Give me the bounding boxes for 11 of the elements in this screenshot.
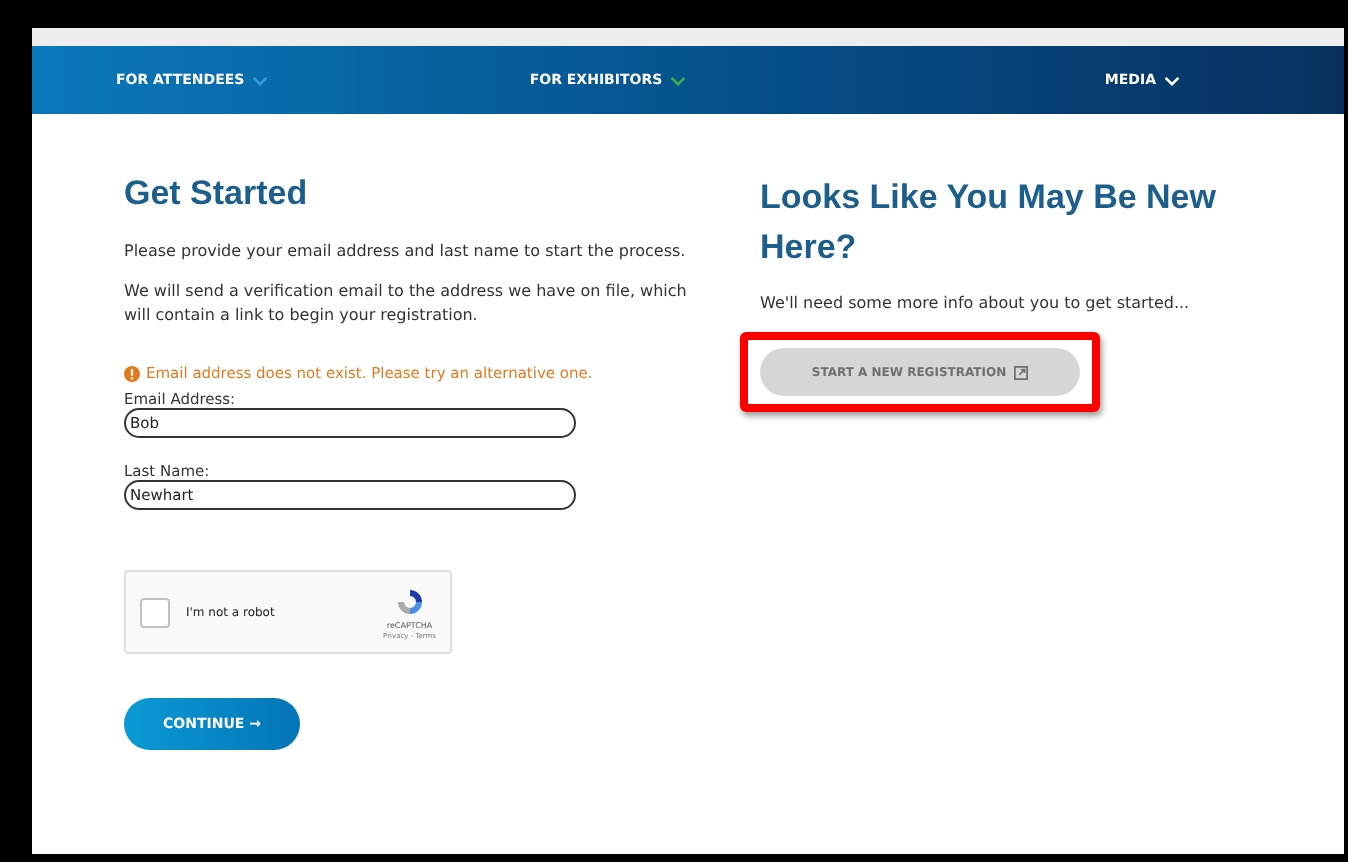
chevron-icon	[252, 75, 269, 85]
chevron-icon	[670, 75, 687, 85]
checkbox[interactable]	[140, 597, 170, 627]
warning-icon	[124, 365, 140, 381]
external-link-icon	[1014, 365, 1029, 379]
page-heading: Get Started	[124, 172, 310, 216]
info-text: We'll need some more info about you to get started...	[760, 292, 1192, 316]
instruction-text: We will send a verification email to the address we have on file, which will contain a link to begin your registration.	[124, 280, 689, 328]
page-heading: Looks Like You May Be New Here?	[760, 176, 1218, 270]
chevron-icon	[1164, 75, 1180, 85]
instruction-text: Please provide your email address and last name to start the process.	[124, 240, 688, 264]
